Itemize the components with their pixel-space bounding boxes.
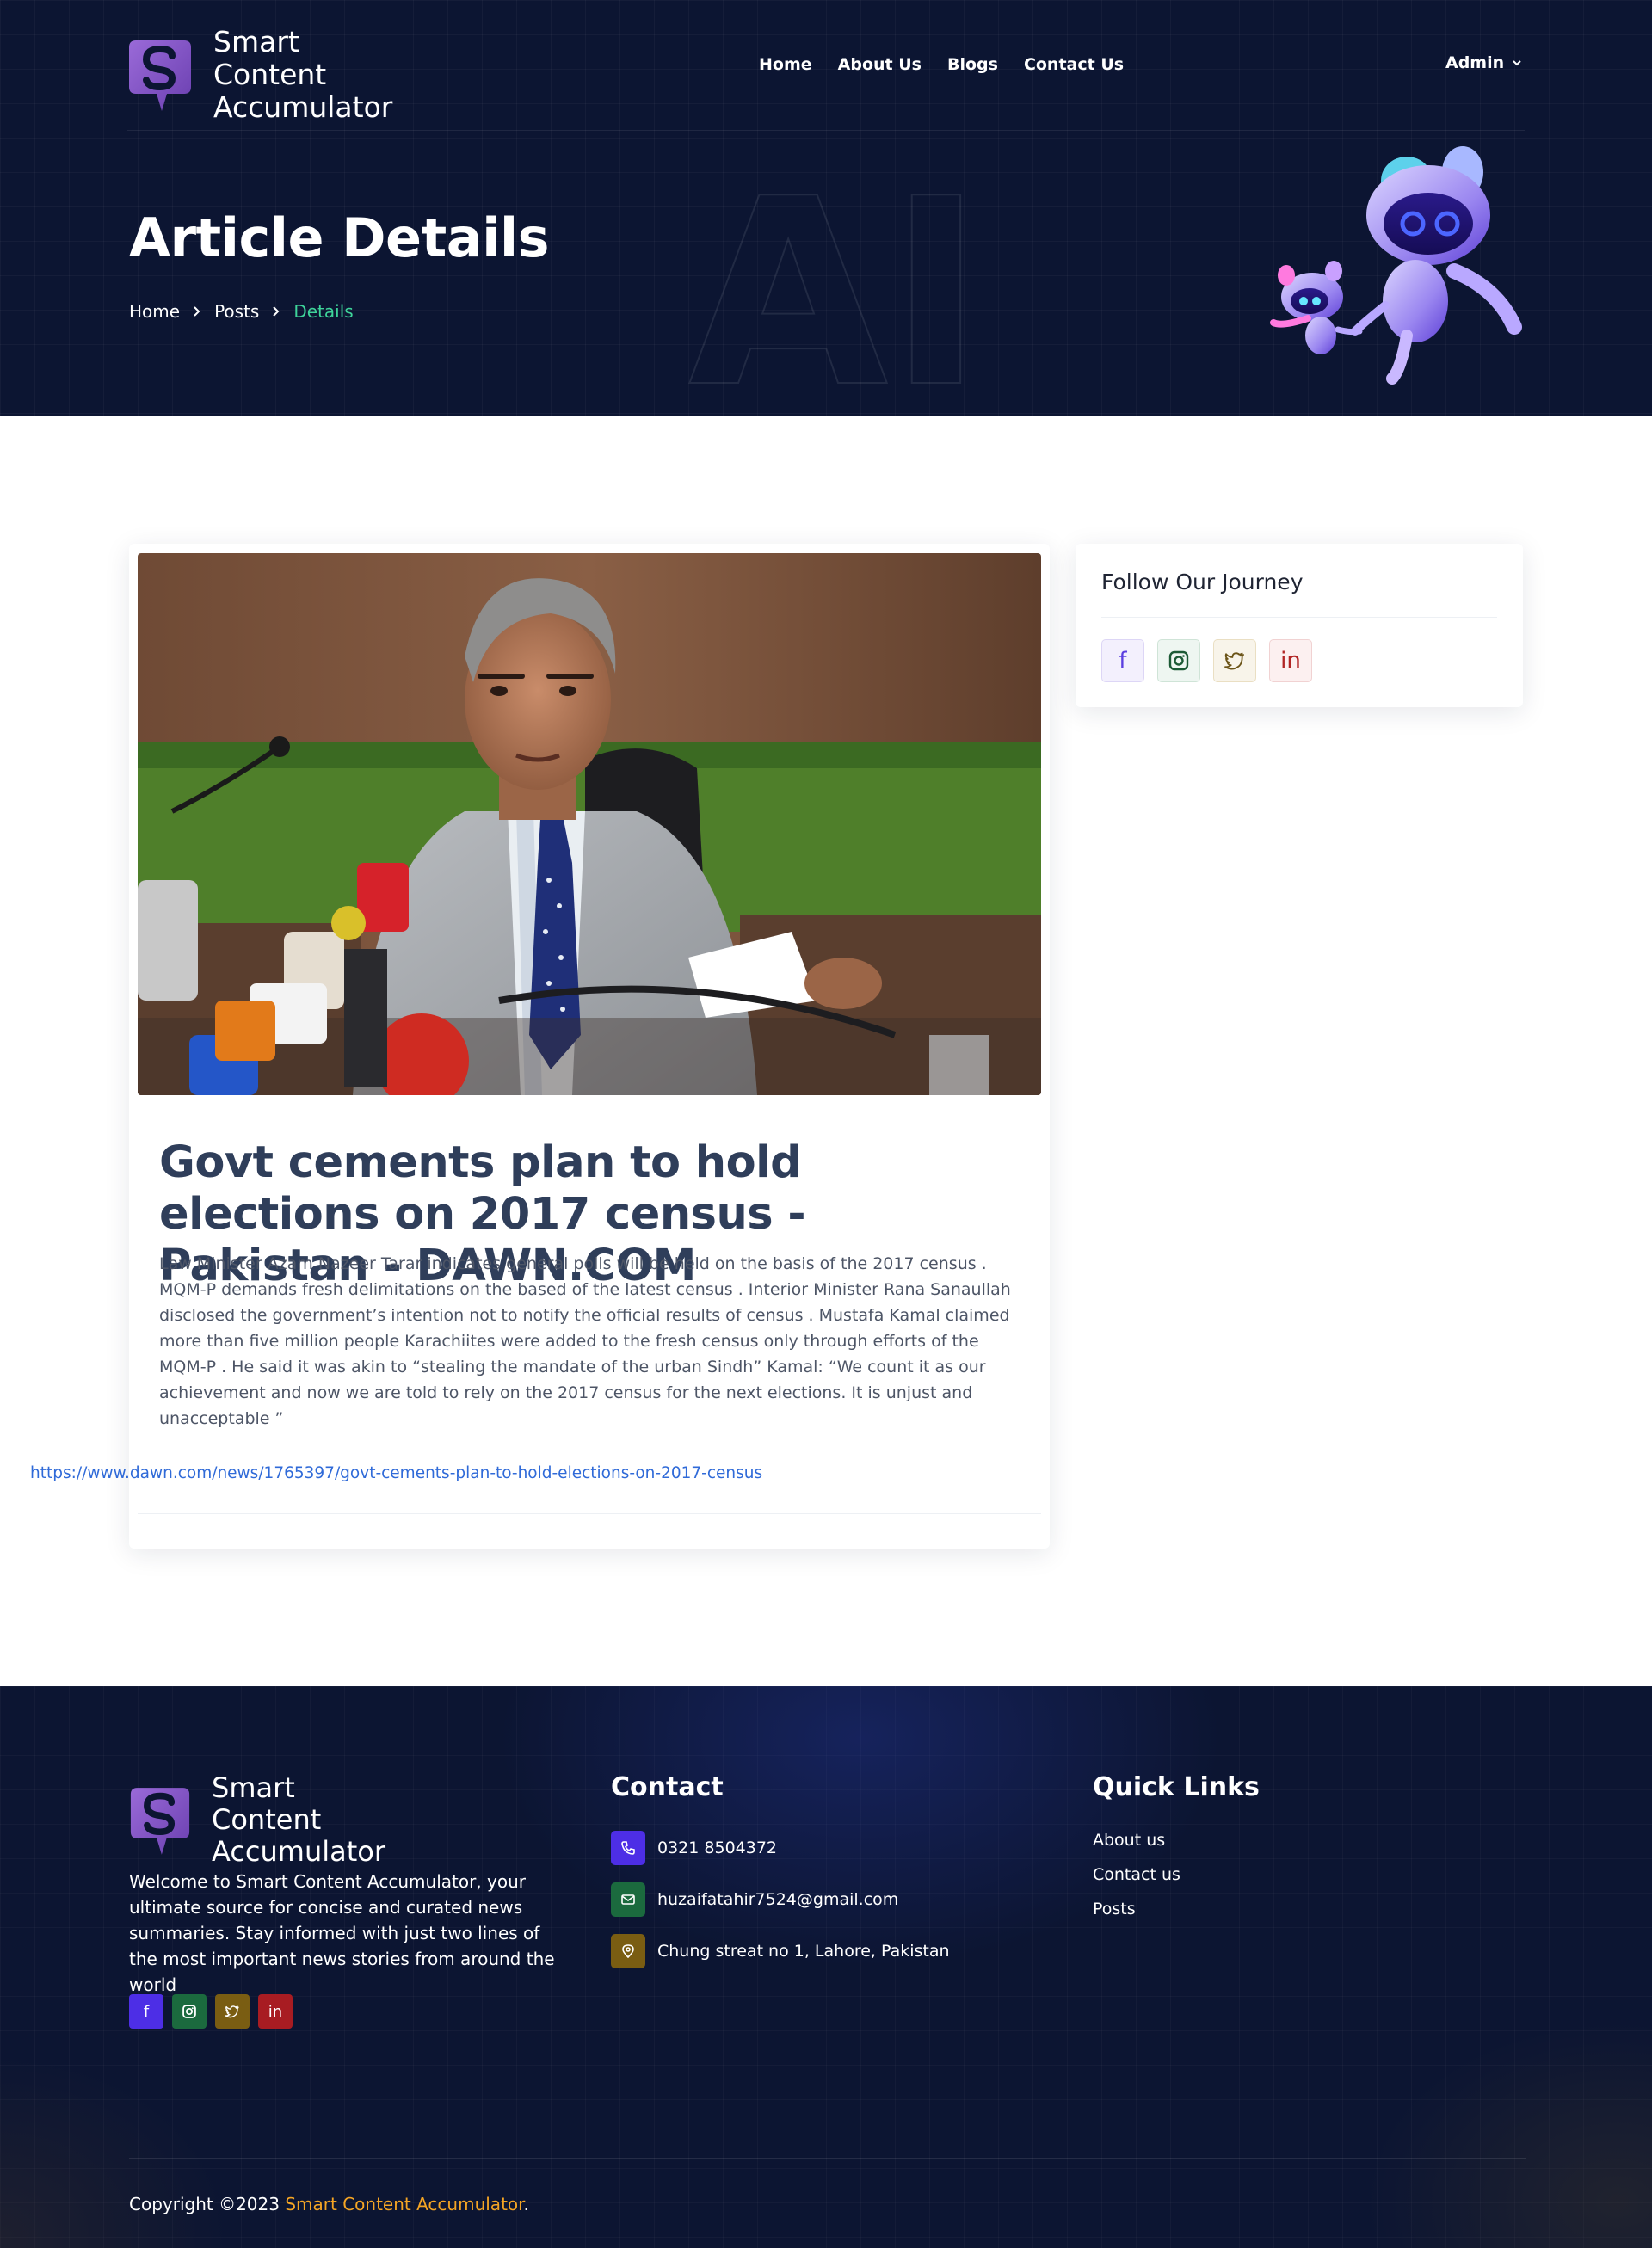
quick-links-heading: Quick Links [1093,1772,1260,1802]
copyright-suffix: . [523,2194,529,2214]
robot-mascot-icon [1270,146,1522,385]
footer-logo[interactable]: Smart Content Accumulator [129,1772,401,1868]
chevron-down-icon [1513,60,1521,66]
article-card: Govt cements plan to hold elections on 2… [129,544,1050,1549]
footer-facebook-button[interactable]: f [129,1994,163,2029]
footer-instagram-button[interactable] [172,1994,206,2029]
nav-contact-us[interactable]: Contact Us [1024,55,1124,74]
breadcrumb-details: Details [293,301,354,322]
sidebar-social-links: f in [1101,639,1312,682]
footer-divider [129,2158,1526,2159]
facebook-icon: f [143,2002,150,2021]
quick-link-posts[interactable]: Posts [1093,1900,1180,1920]
contact-email-text: huzaifatahir7524@gmail.com [657,1890,899,1909]
twitter-icon [225,2005,239,2018]
article-image [138,553,1041,1095]
copyright: Copyright ©2023 Smart Content Accumulato… [129,2194,529,2214]
hero-header: Smart Content Accumulator Home About Us … [0,0,1652,416]
footer-linkedin-button[interactable]: in [258,1994,293,2029]
instagram-button[interactable] [1157,639,1200,682]
article-source-link[interactable]: https://www.dawn.com/news/1765397/govt-c… [30,1464,762,1482]
chevron-right-icon [273,306,280,317]
quick-links: About us Contact us Posts [1093,1831,1180,1920]
copyright-brand-link[interactable]: Smart Content Accumulator [285,2194,523,2214]
footer-logo-text: Smart Content Accumulator [212,1771,386,1868]
contact-email[interactable]: huzaifatahir7524@gmail.com [611,1882,950,1917]
instagram-icon [182,2005,196,2018]
nav-about-us[interactable]: About Us [838,55,922,74]
contact-address-text: Chung streat no 1, Lahore, Pakistan [657,1942,950,1961]
instagram-icon [1168,650,1189,671]
footer-about-text: Welcome to Smart Content Accumulator, yo… [129,1871,555,1995]
linkedin-button[interactable]: in [1269,639,1312,682]
breadcrumb-home[interactable]: Home [129,301,180,322]
follow-journey-title: Follow Our Journey [1101,570,1304,594]
footer-twitter-button[interactable] [215,1994,250,2029]
phone-icon [611,1831,645,1865]
site-footer: Smart Content Accumulator Welcome to Sma… [0,1686,1652,2248]
logo-s-icon [130,1787,190,1855]
admin-menu[interactable]: Admin [1446,53,1523,72]
sidebar-divider [1101,617,1497,618]
article-body: Law Minister Azam Nazeer Tarar indicates… [159,1254,1011,1428]
header-divider [127,130,1525,131]
mail-icon [611,1882,645,1917]
main-nav: Home About Us Blogs Contact Us [759,55,1124,74]
quick-link-about-us[interactable]: About us [1093,1831,1180,1851]
contact-address[interactable]: Chung streat no 1, Lahore, Pakistan [611,1934,950,1968]
breadcrumb-posts[interactable]: Posts [214,301,259,322]
admin-label: Admin [1446,53,1505,72]
ai-watermark-text: AI [688,176,972,391]
footer-social-links: f in [129,1994,293,2029]
logo-text: Smart Content Accumulator [213,25,393,124]
news-photo-icon [138,553,1041,1095]
quick-link-contact-us[interactable]: Contact us [1093,1865,1180,1886]
linkedin-icon: in [268,2002,283,2021]
ai-watermark: AI [688,176,972,391]
contact-phone-text: 0321 8504372 [657,1838,778,1857]
contact-list: 0321 8504372 huzaifatahir7524@gmail.com … [611,1831,950,1968]
facebook-button[interactable]: f [1101,639,1144,682]
contact-phone[interactable]: 0321 8504372 [611,1831,950,1865]
twitter-button[interactable] [1213,639,1256,682]
nav-blogs[interactable]: Blogs [947,55,998,74]
card-divider [138,1513,1041,1514]
site-logo[interactable]: Smart Content Accumulator [127,26,411,124]
facebook-icon: f [1119,648,1127,674]
contact-heading: Contact [611,1772,724,1802]
chevron-right-icon [194,306,200,317]
logo-s-icon [129,40,191,111]
nav-home[interactable]: Home [759,55,812,74]
breadcrumb: Home Posts Details [129,301,354,322]
copyright-prefix: Copyright ©2023 [129,2194,280,2214]
page-title: Article Details [129,206,550,269]
linkedin-icon: in [1280,648,1301,674]
location-pin-icon [611,1934,645,1968]
twitter-icon [1224,652,1244,670]
follow-journey-card: Follow Our Journey f in [1076,544,1523,707]
